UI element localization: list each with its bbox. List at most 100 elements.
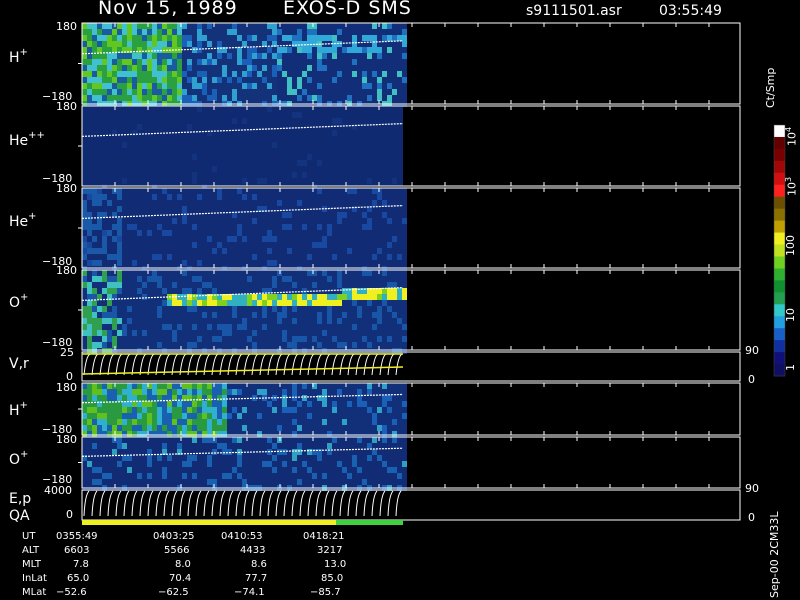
vr-curve bbox=[323, 353, 331, 376]
spectrogram-cell bbox=[102, 47, 107, 53]
spectrogram-cell bbox=[232, 194, 237, 200]
spectrogram-cell bbox=[267, 260, 272, 266]
spectrogram-cell bbox=[347, 413, 352, 419]
spectrogram-cell bbox=[242, 288, 247, 294]
spectrogram-cell bbox=[152, 330, 157, 336]
spectrogram-cell bbox=[157, 401, 162, 407]
spectrogram-cell bbox=[127, 206, 132, 212]
spectrogram-cell bbox=[262, 348, 267, 354]
spectrogram-cell bbox=[127, 467, 132, 473]
spectrogram-cell bbox=[292, 260, 297, 266]
spectrogram-cell bbox=[252, 194, 257, 200]
ep-curve bbox=[299, 490, 306, 517]
spectrogram-cell bbox=[87, 83, 92, 89]
spectrogram-cell bbox=[92, 236, 97, 242]
spectrogram-cell bbox=[92, 77, 97, 83]
spectrogram-cell bbox=[217, 449, 222, 455]
spectrogram-cell bbox=[137, 248, 142, 254]
spectrogram-cell bbox=[247, 461, 252, 467]
spectrogram-cell bbox=[142, 342, 147, 348]
spectrogram-cell bbox=[147, 236, 152, 242]
spectrogram-cell bbox=[92, 194, 97, 200]
spectrogram-cell bbox=[237, 59, 242, 65]
spectrogram-cell bbox=[262, 413, 267, 419]
spectrogram-cell bbox=[332, 194, 337, 200]
spectrogram-cell bbox=[112, 318, 117, 324]
spectrogram-cell bbox=[127, 53, 132, 59]
spectrogram-cell bbox=[267, 89, 272, 95]
spectrogram-cell bbox=[392, 230, 397, 236]
spectrogram-cell bbox=[192, 212, 197, 218]
spectrogram-cell bbox=[192, 218, 197, 224]
spectrogram-cell bbox=[242, 71, 247, 77]
vr-curve bbox=[307, 353, 315, 376]
spectrogram-cell bbox=[227, 312, 232, 318]
spectrogram-cell bbox=[257, 194, 262, 200]
spectrogram-cell bbox=[217, 65, 222, 71]
spectrogram-cell bbox=[132, 443, 137, 449]
spectrogram-cell bbox=[102, 194, 107, 200]
spectrogram-cell bbox=[92, 95, 97, 101]
spectrogram-cell bbox=[232, 467, 237, 473]
spectrogram-cell bbox=[402, 59, 407, 65]
spectrogram-cell bbox=[122, 300, 127, 306]
vr-curve bbox=[107, 353, 115, 376]
spectrogram-cell bbox=[307, 230, 312, 236]
spectrogram-cell bbox=[127, 455, 132, 461]
spectrogram-cell bbox=[377, 425, 382, 431]
spectrogram-cell bbox=[332, 71, 337, 77]
spectrogram-cell bbox=[222, 479, 227, 485]
spectrogram-cell bbox=[367, 455, 372, 461]
panel-label-vr: V,r bbox=[9, 356, 29, 372]
spectrogram-cell bbox=[142, 276, 147, 282]
spectrogram-cell bbox=[402, 77, 407, 83]
spectrogram-cell bbox=[377, 324, 382, 330]
spectrogram-cell bbox=[372, 71, 377, 77]
spectrogram-cell bbox=[262, 270, 267, 276]
spectrogram-cell bbox=[237, 218, 242, 224]
spectrogram-cell bbox=[257, 413, 262, 419]
spectrogram-cell bbox=[172, 431, 177, 437]
vr-curve bbox=[291, 353, 299, 376]
spectrogram-cell bbox=[317, 401, 322, 407]
spectrogram-cell bbox=[242, 200, 247, 206]
spectrogram-cell bbox=[202, 437, 207, 443]
spectrogram-cell bbox=[322, 336, 327, 342]
vr-curve bbox=[83, 353, 91, 376]
spectrogram-cell bbox=[237, 242, 242, 248]
spectrogram-cell bbox=[367, 419, 372, 425]
spectrogram-cell bbox=[367, 77, 372, 83]
spectrogram-cell bbox=[247, 29, 252, 35]
spectrogram-cell bbox=[347, 35, 352, 41]
spectrogram-cell bbox=[162, 276, 167, 282]
ep-curve bbox=[211, 490, 218, 517]
spectrogram-cell bbox=[347, 47, 352, 53]
spectrogram-cell bbox=[367, 200, 372, 206]
spectrogram-cell bbox=[292, 395, 297, 401]
spectrogram-cell bbox=[247, 282, 252, 288]
spectrogram-cell bbox=[137, 324, 142, 330]
vr-curve bbox=[131, 353, 139, 376]
spectrogram-cell bbox=[177, 29, 182, 35]
spectrogram-cell bbox=[102, 443, 107, 449]
spectrogram-cell bbox=[152, 95, 157, 101]
spectrogram-cell bbox=[382, 29, 387, 35]
spectrogram-cell bbox=[142, 188, 147, 194]
spectrogram-cell bbox=[302, 282, 307, 288]
spectrogram-cell bbox=[172, 41, 177, 47]
spectrogram-cell bbox=[192, 324, 197, 330]
spectrogram-cell bbox=[82, 29, 87, 35]
spectrogram-cell bbox=[372, 236, 377, 242]
spectrogram-cell bbox=[112, 473, 117, 479]
spectrogram-cell bbox=[192, 300, 197, 306]
spectrogram-cell bbox=[177, 230, 182, 236]
spectrogram-cell bbox=[402, 288, 407, 294]
spectrogram-cell bbox=[202, 306, 207, 312]
spectrogram-cell bbox=[357, 455, 362, 461]
spectrogram-cell bbox=[222, 194, 227, 200]
spectrogram-cell bbox=[172, 318, 177, 324]
spectrogram-cell bbox=[372, 270, 377, 276]
spectrogram-cell bbox=[212, 443, 217, 449]
spectrogram-cell bbox=[287, 242, 292, 248]
spectrogram-cell bbox=[107, 59, 112, 65]
